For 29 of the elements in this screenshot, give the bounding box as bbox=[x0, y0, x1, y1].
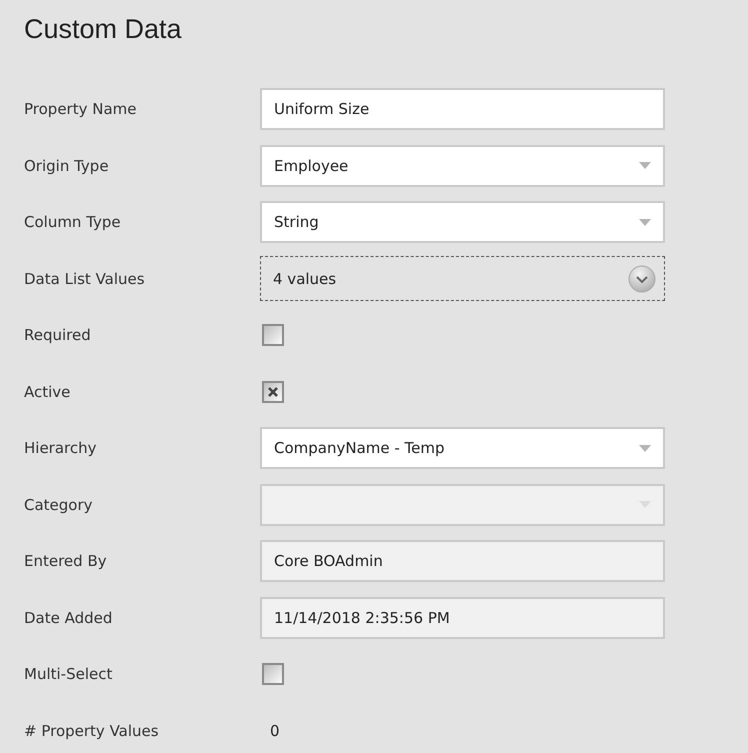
field-label: Entered By bbox=[24, 552, 108, 570]
dropdown-field[interactable]: String bbox=[260, 201, 665, 244]
field-label: Origin Type bbox=[24, 156, 110, 175]
dropdown-field[interactable]: CompanyName - Temp bbox=[260, 427, 665, 470]
checkbox[interactable] bbox=[262, 324, 284, 346]
field-label: Required bbox=[24, 326, 92, 344]
dropdown-field[interactable]: Employee bbox=[260, 144, 665, 187]
checkbox[interactable] bbox=[262, 380, 284, 403]
text-field[interactable]: Uniform Size bbox=[260, 88, 665, 130]
panel-title: Custom Data bbox=[24, 14, 183, 45]
field-label: # Property Values bbox=[24, 722, 160, 740]
cross-mark-icon bbox=[267, 386, 279, 398]
read-only-field: Core BOAdmin bbox=[260, 540, 665, 582]
read-only-field: 11/14/2018 2:35:56 PM bbox=[260, 596, 665, 639]
field-label: Date Added bbox=[24, 608, 114, 627]
checkbox[interactable] bbox=[262, 663, 284, 686]
field-label: Data List Values bbox=[24, 270, 146, 288]
dropdown-arrow-icon bbox=[639, 444, 651, 452]
data-list-field[interactable]: 4 values bbox=[260, 256, 665, 302]
dropdown-arrow-icon bbox=[639, 218, 651, 226]
chevron-down-icon[interactable] bbox=[628, 264, 656, 293]
field-label: Column Type bbox=[24, 213, 122, 232]
field-label: Multi-Select bbox=[24, 665, 114, 684]
field-label: Hierarchy bbox=[24, 439, 98, 458]
dropdown-arrow-icon bbox=[639, 162, 651, 170]
field-label: Active bbox=[24, 382, 72, 401]
value-text: 0 bbox=[269, 722, 280, 740]
field-label: Property Name bbox=[24, 100, 138, 118]
field-label: Category bbox=[24, 496, 94, 514]
